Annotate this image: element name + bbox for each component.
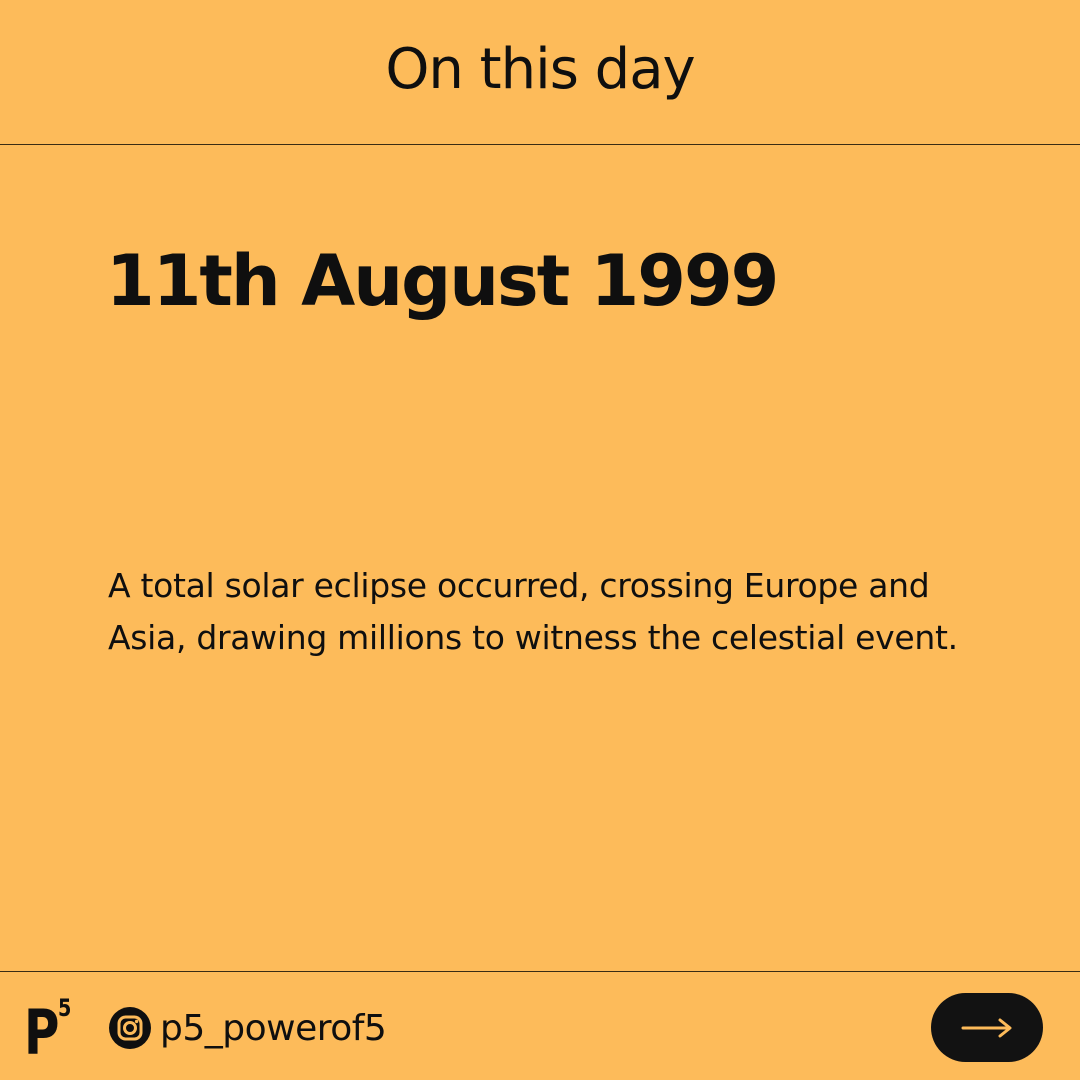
handle-text: p5_powerof5 xyxy=(160,1007,387,1049)
next-button[interactable] xyxy=(931,993,1043,1062)
header: On this day xyxy=(0,0,1080,145)
page-title: On this day xyxy=(385,36,695,102)
event-date: 11th August 1999 xyxy=(106,240,779,322)
instagram-handle[interactable]: p5_powerof5 xyxy=(108,1006,387,1050)
instagram-icon xyxy=(109,1007,151,1049)
post-card: On this day 11th August 1999 A total sol… xyxy=(0,0,1080,1080)
logo-letter: P xyxy=(24,996,60,1069)
logo-superscript: 5 xyxy=(58,994,72,1022)
arrow-right-icon xyxy=(961,1018,1012,1037)
brand-logo: P 5 xyxy=(24,994,84,1069)
event-description: A total solar eclipse occurred, crossing… xyxy=(108,566,958,657)
footer: P 5 p5_powerof5 xyxy=(0,971,1080,1081)
